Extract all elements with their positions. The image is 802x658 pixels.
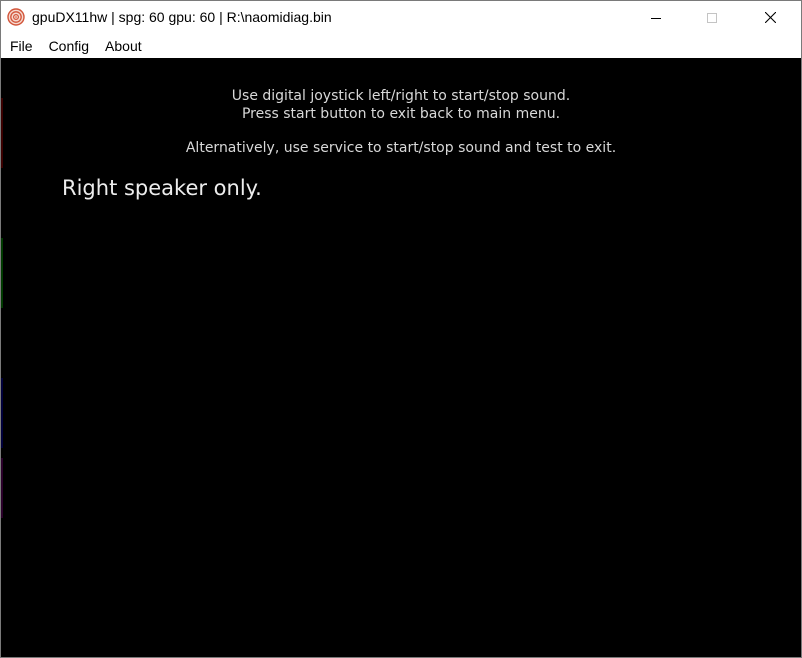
emulator-window: gpuDX11hw | spg: 60 gpu: 60 | R:\naomidi… — [0, 0, 802, 658]
maximize-button[interactable] — [689, 1, 735, 34]
game-screen[interactable]: Use digital joystick left/right to start… — [1, 58, 801, 657]
instruction-line-3: Alternatively, use service to start/stop… — [185, 140, 617, 156]
speaker-status: Right speaker only. — [62, 176, 262, 200]
swirl-app-icon — [7, 8, 25, 26]
instruction-line-1: Use digital joystick left/right to start… — [231, 88, 571, 104]
menu-bar: File Config About — [1, 34, 801, 58]
instruction-line-2: Press start button to exit back to main … — [241, 106, 561, 122]
menu-file[interactable]: File — [1, 34, 41, 58]
minimize-button[interactable] — [633, 1, 679, 34]
close-button[interactable] — [747, 1, 793, 34]
close-icon — [764, 12, 776, 23]
edge-artifact-green — [1, 238, 3, 308]
window-title: gpuDX11hw | spg: 60 gpu: 60 | R:\naomidi… — [32, 9, 332, 25]
menu-config[interactable]: Config — [41, 34, 97, 58]
title-bar[interactable]: gpuDX11hw | spg: 60 gpu: 60 | R:\naomidi… — [1, 1, 801, 34]
menu-about[interactable]: About — [97, 34, 150, 58]
maximize-icon — [707, 12, 717, 23]
edge-artifact-magenta — [1, 458, 3, 518]
minimize-icon — [651, 17, 661, 19]
edge-artifact-blue — [1, 378, 3, 448]
